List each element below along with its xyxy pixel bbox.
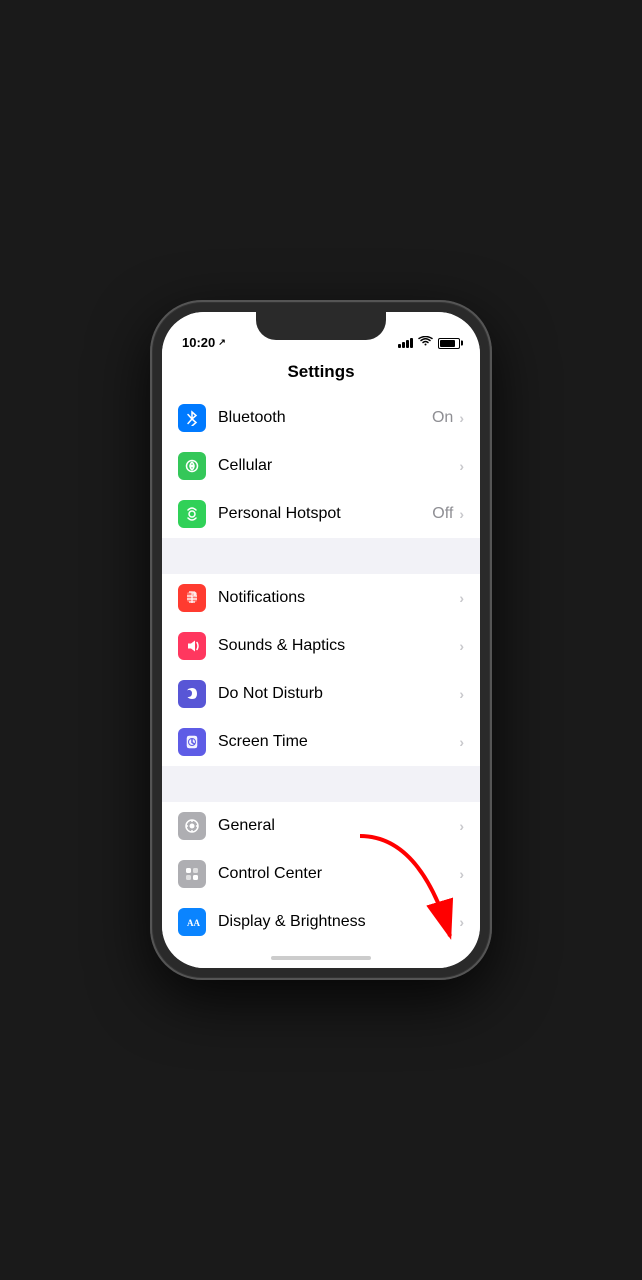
hotspot-chevron: › [459,506,464,522]
sounds-chevron: › [459,638,464,654]
connectivity-group: Bluetooth On › Cellular [162,394,480,538]
system-group: General › Control Center › [162,802,480,948]
notifications-row[interactable]: ! Notifications › [162,574,480,622]
screentime-icon [178,728,206,756]
notifications-icon: ! [178,584,206,612]
page-title: Settings [287,362,354,381]
bluetooth-chevron: › [459,410,464,426]
controlcenter-icon [178,860,206,888]
signal-bar-3 [406,340,409,348]
hotspot-icon [178,500,206,528]
cellular-icon [178,452,206,480]
bluetooth-icon [178,404,206,432]
cellular-row[interactable]: Cellular › [162,442,480,490]
notifications-chevron: › [459,590,464,606]
hotspot-label: Personal Hotspot [218,505,432,523]
donotdisturb-chevron: › [459,686,464,702]
bluetooth-row[interactable]: Bluetooth On › [162,394,480,442]
cellular-label: Cellular [218,457,453,475]
general-row[interactable]: General › [162,802,480,850]
general-label: General [218,817,459,835]
notch [256,312,386,340]
home-bar [271,956,371,960]
donotdisturb-row[interactable]: Do Not Disturb › [162,670,480,718]
screentime-row[interactable]: Screen Time › [162,718,480,766]
display-row[interactable]: AA Display & Brightness › [162,898,480,946]
donotdisturb-label: Do Not Disturb [218,685,459,703]
cellular-chevron: › [459,458,464,474]
sounds-label: Sounds & Haptics [218,637,459,655]
svg-text:AA: AA [187,918,200,928]
nav-header: Settings [162,356,480,394]
display-chevron: › [459,914,464,930]
bluetooth-label: Bluetooth [218,409,432,427]
hotspot-value: Off [432,505,453,523]
controlcenter-label: Control Center [218,865,459,883]
sounds-icon [178,632,206,660]
display-label: Display & Brightness [218,913,459,931]
controlcenter-chevron: › [459,866,464,882]
battery-fill [440,340,455,347]
location-icon: ↗ [218,337,226,348]
general-chevron: › [459,818,464,834]
signal-bar-2 [402,342,405,348]
signal-bar-1 [398,344,401,348]
settings-scroll[interactable]: Bluetooth On › Cellular [162,394,480,948]
notifications-group: ! Notifications › Sounds & Haptics › [162,574,480,766]
accessibility-row[interactable]: Accessibility › [162,946,480,948]
status-icons [398,336,460,350]
screentime-chevron: › [459,734,464,750]
signal-bar-4 [410,338,413,348]
svg-text:!: ! [192,592,193,597]
wifi-icon [418,336,433,350]
battery-icon [438,338,460,349]
bluetooth-value: On [432,409,453,427]
display-icon: AA [178,908,206,936]
home-indicator [162,948,480,968]
general-icon [178,812,206,840]
signal-bars [398,338,413,348]
hotspot-row[interactable]: Personal Hotspot Off › [162,490,480,538]
notifications-label: Notifications [218,589,459,607]
status-time: 10:20 ↗ [182,335,226,350]
phone-screen: 10:20 ↗ [162,312,480,968]
separator-1 [162,538,480,574]
phone-frame: 10:20 ↗ [150,300,492,980]
time-display: 10:20 [182,335,215,350]
separator-2 [162,766,480,802]
sounds-row[interactable]: Sounds & Haptics › [162,622,480,670]
controlcenter-row[interactable]: Control Center › [162,850,480,898]
donotdisturb-icon [178,680,206,708]
screentime-label: Screen Time [218,733,459,751]
